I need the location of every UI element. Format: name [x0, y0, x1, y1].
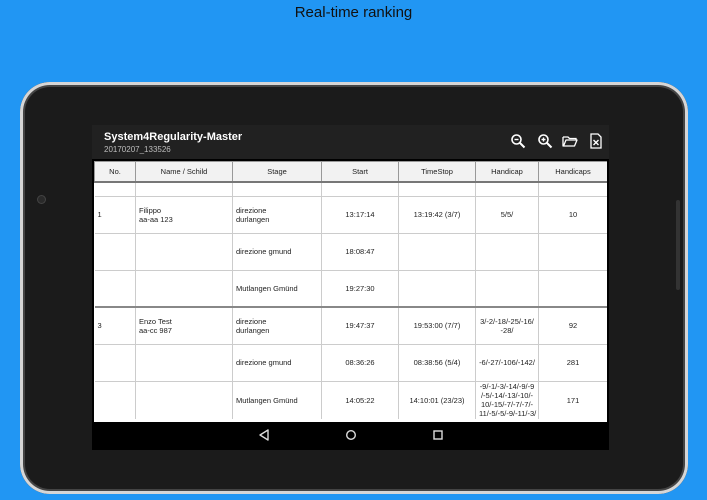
cell-handicap: -9/-1/-3/-14/-9/-9 /-5/-14/-13/-10/- 10/…	[475, 380, 539, 419]
table-row[interactable]: 3 Enzo Test aa-cc 987 direzione durlangen 1…	[94, 306, 607, 344]
cell-timestop: 13:19:42 (3/7)	[398, 195, 476, 233]
ranking-table-container[interactable]: No. Name / Schild Stage Start TimeStop H…	[94, 161, 607, 422]
cell-timestop	[398, 269, 476, 307]
folder-open-icon[interactable]	[562, 133, 578, 149]
cell-start: 08:36:26	[321, 343, 399, 381]
table-header: No. Name / Schild Stage Start TimeStop H…	[94, 161, 607, 183]
cell-no	[94, 380, 136, 419]
header-timestop[interactable]: TimeStop	[398, 161, 476, 183]
home-icon[interactable]	[344, 428, 358, 442]
cell-name	[135, 380, 233, 419]
cell-handicaps: 171	[538, 380, 607, 419]
cell-no	[94, 269, 136, 307]
cell-stage	[232, 182, 322, 196]
table-row[interactable]: Mutlangen Gmünd 19:27:30	[94, 269, 607, 307]
cell-handicap	[475, 232, 539, 270]
cell-handicap: 3/-2/-18/-25/-16/ -28/	[475, 306, 539, 344]
cell-handicap: -6/-27/-106/-142/	[475, 343, 539, 381]
cell-no	[94, 232, 136, 270]
cell-handicaps	[538, 269, 607, 307]
header-no[interactable]: No.	[94, 161, 136, 183]
cell-stage: direzione durlangen	[232, 306, 322, 344]
cell-stage: direzione gmund	[232, 232, 322, 270]
cell-handicap: 5/5/	[475, 195, 539, 233]
app-title: System4Regularity-Master	[104, 131, 243, 143]
cell-timestop: 19:53:00 (7/7)	[398, 306, 476, 344]
cell-stage: direzione durlangen	[232, 195, 322, 233]
header-stage[interactable]: Stage	[232, 161, 322, 183]
cell-handicaps: 92	[538, 306, 607, 344]
cell-stage: direzione gmund	[232, 343, 322, 381]
recents-icon[interactable]	[431, 428, 445, 442]
cell-no: 3	[94, 306, 136, 344]
cell-timestop: 14:10:01 (23/23)	[398, 380, 476, 419]
cell-stage: Mutlangen Gmünd	[232, 380, 322, 419]
header-name[interactable]: Name / Schild	[135, 161, 233, 183]
cell-name: Enzo Test aa-cc 987	[135, 306, 233, 344]
cell-no	[94, 182, 136, 196]
front-camera	[38, 196, 45, 203]
cell-name	[135, 343, 233, 381]
cell-start: 19:27:30	[321, 269, 399, 307]
cell-timestop: 08:38:56 (5/4)	[398, 343, 476, 381]
header-handicap[interactable]: Handicap	[475, 161, 539, 183]
cell-handicaps: 281	[538, 343, 607, 381]
zoom-in-icon[interactable]	[537, 133, 553, 149]
cell-start	[321, 182, 399, 196]
cell-name: Filippo aa-aa 123	[135, 195, 233, 233]
ranking-table: No. Name / Schild Stage Start TimeStop H…	[94, 161, 607, 419]
table-row[interactable]: 1 Filippo aa-aa 123 direzione durlangen 13:…	[94, 195, 607, 233]
tablet-screen: System4Regularity-Master 20170207_133526	[92, 125, 609, 450]
header-handicaps[interactable]: Handicaps	[538, 161, 607, 183]
table-row[interactable]: Mutlangen Gmünd 14:05:22 14:10:01 (23/23) -…	[94, 380, 607, 419]
header-start[interactable]: Start	[321, 161, 399, 183]
caption: Real-time ranking	[294, 4, 413, 21]
cell-name	[135, 182, 233, 196]
cell-name	[135, 232, 233, 270]
zoom-out-icon[interactable]	[510, 133, 526, 149]
cell-no	[94, 343, 136, 381]
cell-handicap	[475, 269, 539, 307]
cell-timestop	[398, 232, 476, 270]
table-row[interactable]: direzione gmund 08:36:26 08:38:56 (5/4) -6/…	[94, 343, 607, 381]
android-nav-bar	[92, 422, 609, 450]
app-bar: System4Regularity-Master 20170207_133526	[92, 125, 609, 159]
cell-stage: Mutlangen Gmünd	[232, 269, 322, 307]
back-icon[interactable]	[257, 428, 271, 442]
excel-export-icon[interactable]	[588, 133, 604, 149]
cell-handicaps: 10	[538, 195, 607, 233]
cell-timestop	[398, 182, 476, 196]
cell-start: 13:17:14	[321, 195, 399, 233]
cell-start: 19:47:37	[321, 306, 399, 344]
table-row[interactable]	[94, 182, 607, 196]
app-subtitle: 20170207_133526	[104, 145, 171, 154]
side-button	[676, 200, 680, 290]
cell-start: 18:08:47	[321, 232, 399, 270]
cell-name	[135, 269, 233, 307]
cell-handicaps	[538, 232, 607, 270]
cell-handicaps	[538, 182, 607, 196]
cell-start: 14:05:22	[321, 380, 399, 419]
cell-no: 1	[94, 195, 136, 233]
cell-handicap	[475, 182, 539, 196]
table-row[interactable]: direzione gmund 18:08:47	[94, 232, 607, 270]
